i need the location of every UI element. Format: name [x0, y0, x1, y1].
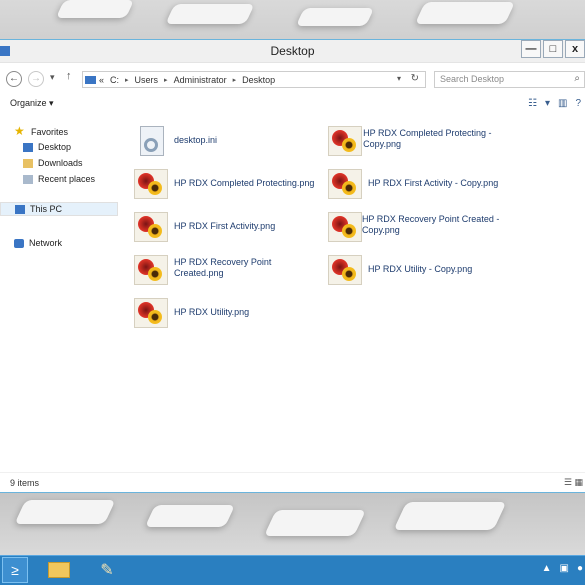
address-bar[interactable]: « C: ▸ Users ▸ Administrator ▸ Desktop ▾… — [82, 71, 426, 88]
taskbar-file-explorer[interactable] — [42, 557, 76, 583]
file-item[interactable]: HP RDX Utility.png — [134, 298, 324, 328]
computer-icon — [15, 204, 25, 214]
file-name: HP RDX Recovery Point Created - Copy.png — [361, 214, 500, 235]
recent-places-icon — [23, 174, 33, 184]
search-placeholder: Search Desktop — [440, 74, 505, 84]
forward-button[interactable]: → — [28, 71, 44, 87]
back-button[interactable]: ← — [6, 71, 22, 87]
close-button[interactable]: x — [565, 40, 585, 58]
breadcrumb-overflow[interactable]: « — [99, 75, 104, 85]
file-name: HP RDX Recovery Point Created.png — [174, 257, 272, 278]
help-icon[interactable]: ? — [575, 98, 581, 109]
up-arrow-icon: ↑ — [66, 70, 72, 82]
nav-item-downloads-label: Downloads — [38, 158, 83, 168]
image-file-icon — [134, 212, 168, 242]
folder-icon — [48, 562, 70, 578]
up-button[interactable]: ↑ — [66, 70, 72, 82]
change-view-icon[interactable]: ☷ — [528, 98, 537, 109]
file-item[interactable]: HP RDX Recovery Point Created - Copy.png — [328, 212, 508, 242]
nav-item-recent-places[interactable]: Recent places — [23, 174, 95, 184]
image-file-icon — [328, 126, 362, 156]
organize-button[interactable]: Organize ▾ — [10, 98, 54, 109]
window-title: Desktop — [270, 44, 315, 58]
computer-icon — [85, 75, 96, 84]
breadcrumb-desktop[interactable]: Desktop — [242, 75, 275, 85]
powershell-icon: ≥ — [11, 562, 19, 578]
search-icon[interactable]: ⌕ — [574, 73, 580, 84]
star-icon: ★ — [14, 124, 25, 138]
image-file-icon — [328, 255, 362, 285]
file-name: desktop.ini — [174, 135, 218, 145]
minimize-button[interactable]: — — [521, 40, 541, 58]
nav-item-desktop[interactable]: Desktop — [23, 142, 71, 152]
breadcrumb-administrator[interactable]: Administrator — [174, 75, 227, 85]
desktop-folder-icon — [23, 142, 33, 152]
status-bar: 9 items ☰ ▦ — [0, 472, 585, 493]
file-name: HP RDX First Activity - Copy.png — [368, 178, 499, 188]
file-name: HP RDX First Activity.png — [174, 221, 276, 231]
tray-app-icon[interactable]: ● — [577, 563, 583, 574]
downloads-folder-icon — [23, 158, 33, 168]
start-button[interactable]: ≥ — [2, 557, 28, 583]
breadcrumb-separator[interactable]: ▸ — [125, 76, 129, 84]
image-file-icon — [328, 212, 362, 242]
breadcrumb-c-drive[interactable]: C: — [110, 75, 119, 85]
nav-item-network-label: Network — [29, 238, 63, 248]
organize-label: Organize — [10, 98, 47, 108]
search-input[interactable]: Search Desktop ⌕ — [434, 71, 585, 88]
network-status-icon[interactable]: ▣ — [560, 563, 569, 574]
view-options-chevron-icon[interactable]: ▾ — [545, 98, 550, 109]
breadcrumb-separator[interactable]: ▸ — [164, 76, 168, 84]
file-name: HP RDX Completed Protecting - Copy.png — [363, 128, 492, 149]
file-item[interactable]: HP RDX Completed Protecting - Copy.png — [328, 126, 508, 156]
file-name: HP RDX Utility.png — [174, 307, 250, 317]
command-bar: Organize ▾ ☷ ▾ ▥ ? — [0, 93, 585, 117]
explorer-window: Desktop — □ x ← → ▾ ↑ « C: ▸ Users ▸ Adm… — [0, 40, 585, 492]
file-name: HP RDX Utility - Copy.png — [368, 264, 473, 274]
file-item[interactable]: HP RDX Recovery Point Created.png — [134, 255, 294, 285]
file-item[interactable]: HP RDX Completed Protecting.png — [134, 169, 324, 199]
nav-favorites[interactable]: ★ Favorites — [14, 124, 69, 138]
image-file-icon — [134, 255, 168, 285]
file-name: HP RDX Completed Protecting.png — [174, 178, 315, 188]
details-view-icon[interactable]: ☰ ▦ — [564, 477, 583, 488]
maximize-button[interactable]: □ — [543, 40, 563, 58]
item-count: 9 items — [10, 478, 40, 488]
file-list: desktop.ini HP RDX Completed Protecting … — [120, 116, 585, 456]
system-tray: ▲ ▣ ● — [542, 563, 583, 574]
forward-arrow-icon: → — [31, 73, 41, 84]
image-file-icon — [134, 169, 168, 199]
file-item[interactable]: desktop.ini — [134, 126, 324, 156]
file-item[interactable]: HP RDX Utility - Copy.png — [328, 255, 508, 285]
nav-favorites-label: Favorites — [31, 127, 69, 137]
title-bar[interactable]: Desktop — □ x — [0, 40, 585, 63]
taskbar: ≥ ✎ ▲ ▣ ● — [0, 555, 585, 585]
nav-item-desktop-label: Desktop — [38, 142, 72, 152]
refresh-icon[interactable]: ↻ — [411, 73, 419, 84]
back-arrow-icon: ← — [9, 73, 19, 84]
tray-overflow-icon[interactable]: ▲ — [542, 563, 552, 574]
navigation-pane: ★ Favorites Desktop Downloads Recent pla… — [0, 116, 120, 456]
breadcrumb-users[interactable]: Users — [135, 75, 159, 85]
nav-item-network[interactable]: Network — [14, 238, 62, 248]
image-file-icon — [134, 298, 168, 328]
chevron-down-icon: ▾ — [49, 98, 54, 108]
nav-item-downloads[interactable]: Downloads — [23, 158, 83, 168]
breadcrumb-separator[interactable]: ▸ — [233, 76, 237, 84]
address-dropdown-icon[interactable]: ▾ — [397, 74, 401, 83]
nav-item-this-pc[interactable]: This PC — [0, 202, 118, 216]
address-toolbar: ← → ▾ ↑ « C: ▸ Users ▸ Administrator ▸ D… — [0, 63, 585, 93]
paint-icon: ✎ — [100, 562, 114, 579]
image-file-icon — [328, 169, 362, 199]
file-item[interactable]: HP RDX First Activity - Copy.png — [328, 169, 508, 199]
nav-item-this-pc-label: This PC — [30, 204, 63, 214]
recent-locations-dropdown[interactable]: ▾ — [50, 72, 55, 83]
nav-item-recent-places-label: Recent places — [38, 174, 96, 184]
settings-file-icon — [134, 126, 168, 156]
taskbar-paint[interactable]: ✎ — [90, 557, 124, 583]
file-item[interactable]: HP RDX First Activity.png — [134, 212, 324, 242]
preview-pane-icon[interactable]: ▥ — [558, 98, 567, 109]
network-icon — [14, 238, 24, 248]
